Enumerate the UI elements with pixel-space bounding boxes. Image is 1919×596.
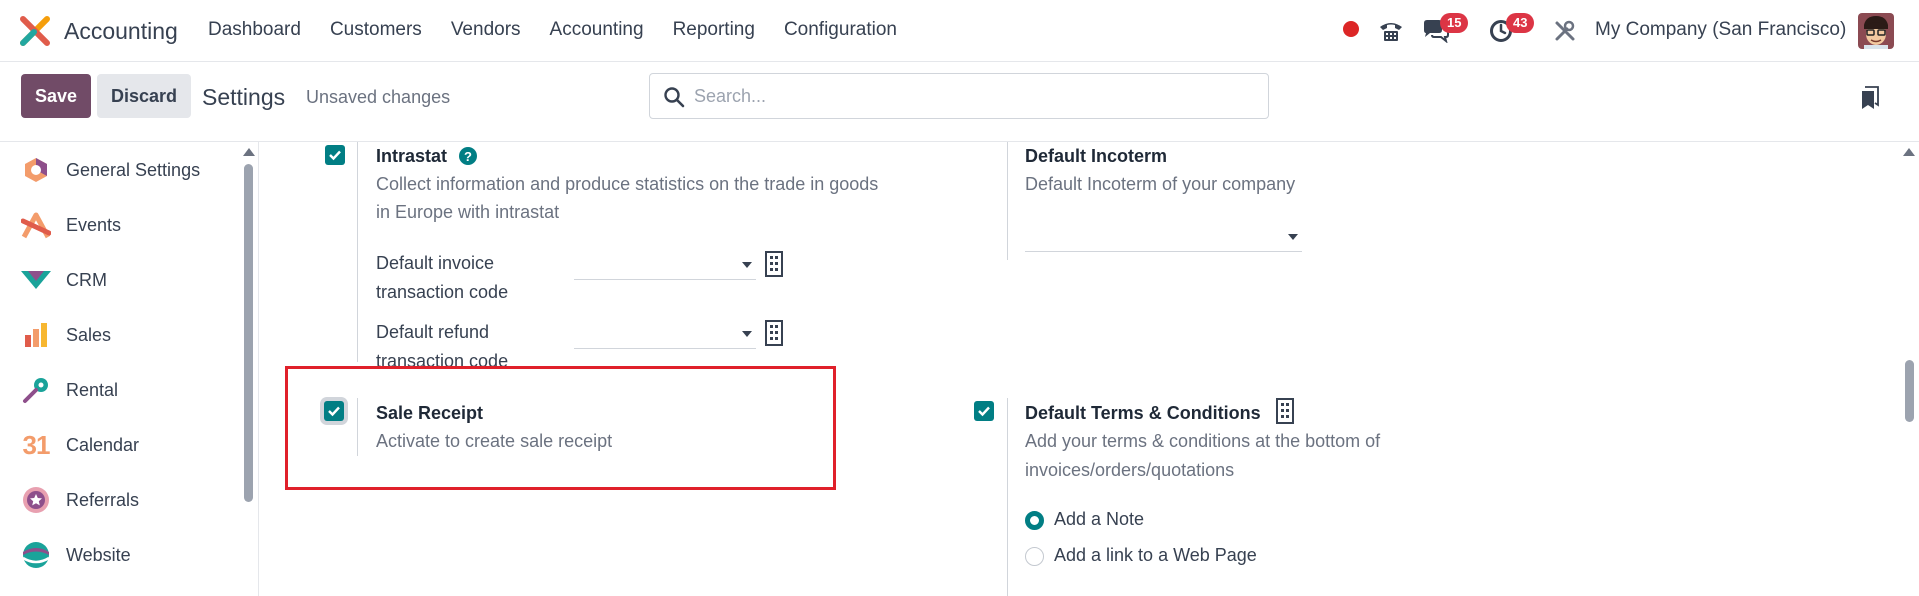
menu-accounting[interactable]: Accounting bbox=[550, 19, 644, 41]
search-box[interactable] bbox=[649, 73, 1269, 119]
recording-status-dot[interactable] bbox=[1343, 21, 1359, 37]
default-refund-code-select[interactable] bbox=[574, 319, 756, 349]
general-settings-icon bbox=[20, 154, 52, 186]
sales-icon bbox=[20, 319, 52, 351]
highlight-box bbox=[285, 366, 836, 490]
events-icon bbox=[20, 209, 52, 241]
intrastat-description-line1: Collect information and produce statisti… bbox=[376, 174, 879, 194]
sidebar-item-label: Calendar bbox=[66, 434, 140, 455]
default-invoice-code-label-line1: Default invoice bbox=[376, 253, 495, 273]
sidebar-scrollbar[interactable] bbox=[244, 164, 253, 502]
default-incoterm-title: Default Incoterm bbox=[1025, 146, 1168, 166]
default-invoice-code-select[interactable] bbox=[574, 250, 756, 280]
menu-vendors[interactable]: Vendors bbox=[451, 19, 521, 41]
website-icon bbox=[20, 539, 52, 571]
referrals-icon bbox=[20, 484, 52, 516]
save-button[interactable]: Save bbox=[21, 74, 91, 118]
sidebar-item-label: Sales bbox=[66, 324, 112, 345]
default-incoterm-description: Default Incoterm of your company bbox=[1025, 174, 1296, 194]
sidebar-item-label: CRM bbox=[66, 269, 107, 290]
default-invoice-code-label-line2: transaction code bbox=[376, 282, 509, 302]
activities-count-badge: 43 bbox=[1506, 13, 1535, 33]
menu-dashboard[interactable]: Dashboard bbox=[208, 19, 301, 41]
tools-icon[interactable] bbox=[1550, 16, 1580, 46]
setting-divider bbox=[1007, 142, 1008, 260]
default-terms-title: Default Terms & Conditions bbox=[1025, 403, 1261, 423]
chevron-down-icon bbox=[742, 331, 752, 337]
sidebar-item-rental[interactable]: Rental bbox=[20, 370, 118, 410]
company-building-icon[interactable] bbox=[763, 320, 785, 346]
sidebar-item-sales[interactable]: Sales bbox=[20, 315, 111, 355]
intrastat-title: Intrastat bbox=[376, 146, 448, 166]
rental-icon bbox=[20, 374, 52, 406]
default-refund-code-label-line1: Default refund bbox=[376, 322, 490, 342]
sidebar-item-label: Referrals bbox=[66, 489, 140, 510]
default-incoterm-select[interactable] bbox=[1025, 222, 1302, 252]
sidebar-item-label: Rental bbox=[66, 379, 119, 400]
default-terms-description-line1: Add your terms & conditions at the botto… bbox=[1025, 431, 1381, 451]
unsaved-changes-indicator: Unsaved changes bbox=[306, 87, 451, 107]
menu-customers[interactable]: Customers bbox=[330, 19, 422, 41]
sidebar-item-crm[interactable]: CRM bbox=[20, 260, 107, 300]
crm-icon bbox=[20, 264, 52, 296]
checkmark-icon bbox=[329, 150, 341, 161]
intrastat-checkbox[interactable] bbox=[325, 145, 345, 165]
setting-divider bbox=[1007, 398, 1008, 596]
search-icon bbox=[664, 87, 685, 108]
sidebar-item-label: Website bbox=[66, 544, 131, 565]
sidebar-item-calendar[interactable]: 31 Calendar bbox=[20, 425, 140, 465]
bookmark-icon[interactable] bbox=[1860, 86, 1880, 110]
settings-sidebar: General Settings Events CRM Sales Rental… bbox=[0, 142, 259, 596]
phone-icon[interactable] bbox=[1376, 16, 1406, 46]
default-terms-description-line2: invoices/orders/quotations bbox=[1025, 460, 1235, 480]
sidebar-item-website[interactable]: Website bbox=[20, 535, 131, 575]
sidebar-item-general-settings[interactable]: General Settings bbox=[20, 150, 200, 190]
sidebar-item-events[interactable]: Events bbox=[20, 205, 121, 245]
default-terms-checkbox[interactable] bbox=[974, 401, 994, 421]
menu-reporting[interactable]: Reporting bbox=[673, 19, 755, 41]
app-name[interactable]: Accounting bbox=[64, 18, 178, 45]
discard-button[interactable]: Discard bbox=[97, 74, 191, 118]
accounting-app-icon[interactable] bbox=[20, 16, 50, 46]
user-avatar[interactable] bbox=[1858, 13, 1894, 49]
main-scroll-up-arrow[interactable] bbox=[1903, 148, 1915, 156]
menu-configuration[interactable]: Configuration bbox=[784, 19, 897, 41]
chevron-down-icon bbox=[1288, 234, 1298, 240]
add-web-page-link-radio[interactable] bbox=[1025, 547, 1044, 566]
company-switcher[interactable]: My Company (San Francisco) bbox=[1595, 19, 1846, 41]
calendar-icon: 31 bbox=[22, 429, 51, 460]
main-menu: Dashboard Customers Vendors Accounting R… bbox=[208, 19, 926, 41]
help-icon[interactable]: ? bbox=[459, 147, 477, 165]
intrastat-description-line2: in Europe with intrastat bbox=[376, 202, 560, 222]
messages-count-badge: 15 bbox=[1440, 13, 1469, 33]
add-web-page-link-label[interactable]: Add a link to a Web Page bbox=[1054, 545, 1257, 566]
sidebar-item-label: Events bbox=[66, 214, 122, 235]
sidebar-scroll-up-arrow[interactable] bbox=[243, 148, 255, 156]
setting-divider bbox=[357, 142, 358, 362]
company-building-icon[interactable] bbox=[1274, 398, 1296, 424]
main-scrollbar[interactable] bbox=[1905, 360, 1914, 422]
add-a-note-label[interactable]: Add a Note bbox=[1054, 509, 1144, 530]
page-title: Settings bbox=[202, 84, 286, 110]
search-input[interactable] bbox=[694, 74, 1254, 118]
add-a-note-radio[interactable] bbox=[1025, 511, 1044, 530]
company-building-icon[interactable] bbox=[763, 251, 785, 277]
checkmark-icon bbox=[978, 406, 990, 417]
chevron-down-icon bbox=[742, 262, 752, 268]
sidebar-item-label: General Settings bbox=[66, 159, 201, 180]
sidebar-item-referrals[interactable]: Referrals bbox=[20, 480, 139, 520]
top-navbar: Accounting Dashboard Customers Vendors A… bbox=[0, 0, 1919, 62]
control-panel: Save Discard Settings Unsaved changes bbox=[0, 62, 1919, 142]
